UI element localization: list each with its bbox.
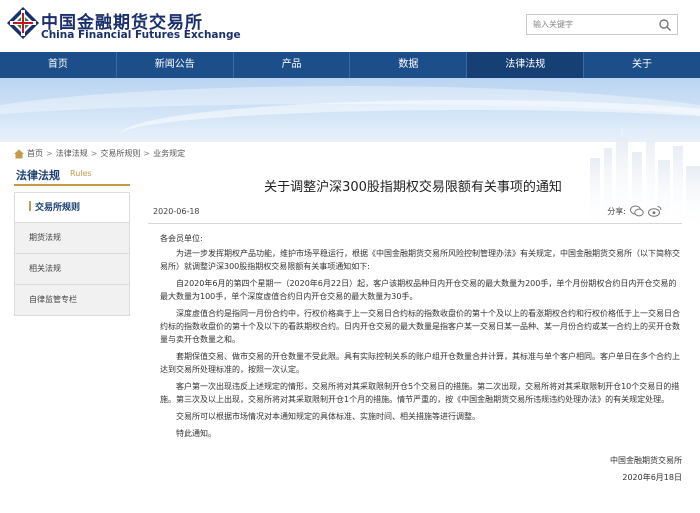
article-meta: 2020-06-18 分享: [148, 205, 682, 223]
article-paragraph: 为进一步发挥期权产品功能，维护市场平稳运行，根据《中国金融期货交易所风险控制管理… [160, 249, 680, 271]
article-title: 关于调整沪深300股指期权交易限额有关事项的通知 [264, 180, 562, 195]
signature-block: 中国金融期货交易所 2020年6月18日 [610, 454, 682, 488]
weibo-icon[interactable] [648, 205, 662, 217]
signature-org: 中国金融期货交易所 [610, 456, 682, 465]
active-indicator [29, 201, 31, 211]
nav-item-news[interactable]: 新闻公告 [117, 52, 234, 78]
sidebar-item-related-regulations[interactable]: 相关法规 [14, 254, 130, 285]
search-box [526, 14, 678, 35]
breadcrumb-item-home[interactable]: 首页 [27, 148, 43, 159]
share-bar: 分享: [607, 205, 662, 217]
breadcrumb-separator: > [143, 149, 151, 158]
breadcrumb: 首页 > 法律法规 > 交易所规则 > 业务规定 [14, 148, 185, 159]
article-paragraph: 客户第一次出现违反上述规定的情形，交易所将对其采取限制开仓5个交易日的措施。第二… [160, 382, 680, 404]
sidebar-title-cn: 法律法规 [16, 169, 60, 182]
breadcrumb-item-business-rules[interactable]: 业务规定 [153, 148, 185, 159]
nav-item-rules[interactable]: 法律法规 [467, 52, 585, 78]
share-label: 分享: [607, 206, 626, 216]
signature-date: 2020年6月18日 [622, 473, 682, 482]
breadcrumb-item-rules[interactable]: 法律法规 [56, 148, 88, 159]
sidebar-item-futures-regulations[interactable]: 期货法规 [14, 223, 130, 254]
logo-text-en[interactable]: China Financial Futures Exchange [41, 29, 241, 41]
search-icon[interactable] [658, 18, 672, 32]
nav-item-data[interactable]: 数据 [350, 52, 468, 78]
sidebar-item-self-regulation[interactable]: 自律监管专栏 [14, 285, 130, 316]
breadcrumb-separator: > [46, 149, 53, 158]
sidebar-item-label: 自律监管专栏 [29, 295, 77, 304]
wechat-icon[interactable] [630, 205, 644, 217]
sidebar-item-label: 期货法规 [29, 233, 61, 242]
article-paragraph: 自2020年6月的第四个星期一（2020年6月22日）起，客户该期权品种日内开仓… [160, 279, 677, 301]
sidebar-menu: 交易所规则 期货法规 相关法规 自律监管专栏 [14, 192, 130, 316]
sidebar-title: 法律法规 Rules [14, 164, 130, 186]
sidebar-title-en: Rules [70, 169, 92, 178]
nav-item-products[interactable]: 产品 [234, 52, 351, 78]
title-divider [148, 223, 682, 224]
sidebar-item-exchange-rules[interactable]: 交易所规则 [14, 192, 130, 223]
cffex-logo-icon[interactable] [6, 6, 40, 40]
home-icon [14, 149, 24, 158]
breadcrumb-item-exchange-rules[interactable]: 交易所规则 [100, 148, 140, 159]
article-paragraph: 套期保值交易、做市交易的开仓数量不受此限。具有实际控制关系的账户组开仓数量合并计… [160, 352, 680, 374]
article-body: 各会员单位: 为进一步发挥期权产品功能，维护市场平稳运行，根据《中国金融期货交易… [160, 232, 682, 444]
search-input[interactable] [533, 17, 648, 32]
article-paragraph: 深度虚值合约是指同一月份合约中，行权价格高于上一交易日合约标的指数收盘价的第十个… [160, 309, 680, 344]
nav-item-about[interactable]: 关于 [584, 52, 700, 78]
site-header: 中国金融期货交易所 China Financial Futures Exchan… [0, 0, 700, 52]
article-paragraph: 特此通知。 [176, 429, 216, 438]
sidebar-item-label: 相关法规 [29, 264, 61, 273]
sidebar-item-label: 交易所规则 [35, 203, 81, 213]
salutation: 各会员单位: [160, 234, 203, 243]
breadcrumb-separator: > [90, 149, 98, 158]
main-nav: 首页 新闻公告 产品 数据 法律法规 关于 [0, 52, 700, 78]
article-paragraph: 交易所可以根据市场情况对本通知规定的具体标准、实施时间、相关措施等进行调整。 [176, 412, 480, 421]
article-date: 2020-06-18 [153, 207, 200, 216]
nav-item-home[interactable]: 首页 [0, 52, 117, 78]
